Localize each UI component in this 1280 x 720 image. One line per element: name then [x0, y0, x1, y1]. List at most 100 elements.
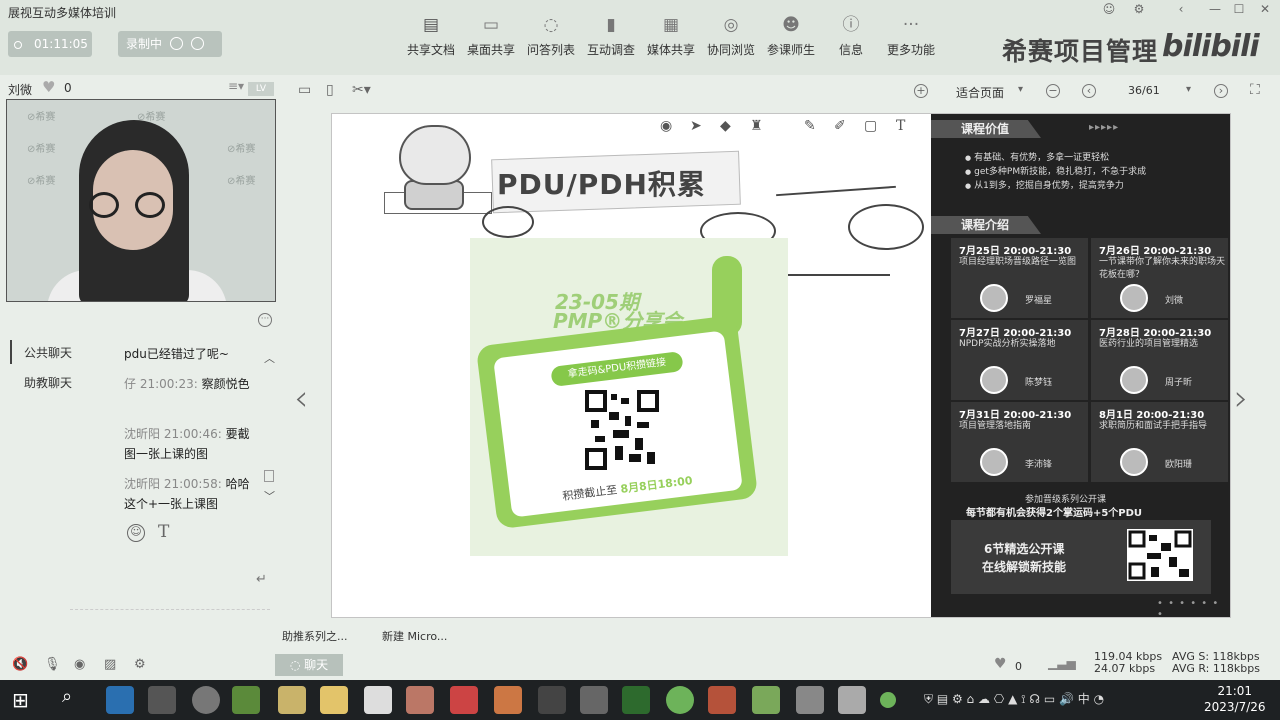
timer-display[interactable]: 01:11:05 — [8, 31, 92, 57]
pointer-icon[interactable]: ➤ — [690, 118, 702, 134]
search-icon[interactable]: ⌕ — [62, 686, 72, 707]
tool-label: 更多功能 — [886, 43, 935, 57]
face-icon[interactable]: ☺ — [1098, 0, 1120, 18]
tab-assistant-chat[interactable]: 助教聊天 — [24, 374, 84, 391]
wechat-icon[interactable] — [232, 686, 260, 714]
zoom-in-icon[interactable]: + — [914, 84, 928, 98]
tool-label: 互动调查 — [586, 43, 635, 57]
system-tray[interactable]: ⛨ ▤ ⚙ ⌂ ☁ ⎔ ▲ ⟟ ☊ ▭ 🔊 中 ◔ — [924, 690, 1104, 707]
prev-page-icon[interactable]: ‹ — [1082, 84, 1096, 98]
powerpoint-icon[interactable] — [708, 686, 736, 714]
mic-icon[interactable]: 🎙 — [44, 657, 61, 672]
tool-survey[interactable]: ▮ 互动调查 — [582, 14, 640, 58]
minimize-button[interactable]: — — [1204, 0, 1226, 18]
tool-people[interactable]: ☻ 参课师生 — [762, 14, 820, 58]
emoji-icon[interactable]: ☺ — [127, 524, 145, 542]
heart-icon[interactable]: ♥ — [994, 656, 1007, 672]
next-slide-button[interactable]: › — [1234, 378, 1248, 419]
scissors-icon[interactable]: ✂▾ — [352, 82, 371, 98]
notes-icon[interactable] — [278, 686, 306, 714]
tool-media[interactable]: ▦ 媒体共享 — [642, 14, 700, 58]
highlighter-icon[interactable]: ✐ — [834, 118, 846, 134]
rectangle-icon[interactable]: ▢ — [864, 118, 877, 134]
ime-indicator[interactable]: 中 — [1078, 692, 1090, 706]
tool-app-icon[interactable] — [406, 686, 434, 714]
tool-label: 参课师生 — [766, 43, 815, 57]
pdf-icon[interactable] — [450, 686, 478, 714]
doc-tab[interactable]: 新建 Micro... — [382, 628, 447, 644]
tool-desktop-share[interactable]: ▭ 桌面共享 — [462, 14, 520, 58]
teacher-name: 李沛锋 — [1025, 460, 1053, 470]
doc-tab[interactable]: 助推系列之... — [282, 628, 348, 644]
teacher-name: 刘微 — [1165, 296, 1184, 306]
clear-icon[interactable]: ♜ — [750, 118, 763, 134]
c-app-icon[interactable] — [838, 686, 866, 714]
chat-button[interactable]: ◌ 聊天 — [275, 654, 343, 676]
scroll-thumb[interactable] — [264, 470, 274, 482]
image-icon[interactable]: ▨ — [104, 657, 116, 672]
close-button[interactable]: ✕ — [1254, 0, 1276, 18]
chevron-down-icon[interactable]: ▾ — [1018, 84, 1023, 95]
laser-icon[interactable]: ◉ — [660, 118, 672, 134]
tool-label: 信息 — [838, 43, 863, 57]
active-app-icon[interactable] — [752, 686, 780, 714]
open-folder-icon[interactable]: ▭ — [298, 82, 311, 98]
p-app-icon[interactable] — [538, 686, 566, 714]
prev-slide-button[interactable]: ‹ — [294, 378, 308, 419]
camera-icon[interactable]: ◉ — [74, 657, 85, 672]
settings-icon[interactable]: ⚙ — [134, 657, 146, 672]
maximize-button[interactable]: ☐ — [1228, 0, 1250, 18]
pen-icon[interactable]: ✎ — [804, 118, 816, 134]
dots-decoration: • • • • • • • — [1157, 598, 1220, 620]
edge-icon[interactable] — [106, 686, 134, 714]
menu-icon[interactable]: ≡▾ — [228, 79, 244, 93]
settings-icon[interactable]: ⚙ — [1128, 0, 1150, 18]
signal-icon: ▁▃▅ — [1048, 656, 1076, 670]
value-tag: 课程价值 — [931, 120, 1041, 138]
session-time: 7月28日 20:00-21:30 — [1099, 328, 1212, 339]
tool-more[interactable]: ··· 更多功能 — [882, 14, 940, 58]
sync-icon[interactable] — [580, 686, 608, 714]
green-app-icon[interactable] — [666, 686, 694, 714]
tool-info[interactable]: ⓘ 信息 — [822, 14, 880, 58]
text-tool-icon[interactable]: T — [896, 118, 905, 134]
speaker-mute-icon[interactable]: 🔇 — [12, 657, 28, 672]
app-icon[interactable] — [148, 686, 176, 714]
zoom-select[interactable]: 适合页面 — [956, 84, 1004, 101]
info-icon: ⓘ — [842, 15, 860, 35]
heart-icon[interactable]: ♥ — [42, 78, 55, 96]
ppt-icon[interactable] — [494, 686, 522, 714]
chrome-icon[interactable] — [192, 686, 220, 714]
tool-label: 共享文档 — [406, 43, 455, 57]
chat-message: 仔 21:00:23: 察颜悦色 — [124, 374, 250, 394]
new-file-icon[interactable]: ▯ — [326, 82, 334, 98]
level-badge: LV — [248, 82, 274, 96]
tool-qa[interactable]: ◌ 问答列表 — [522, 14, 580, 58]
scroll-up-icon[interactable]: ︿ — [264, 350, 275, 366]
scroll-down-icon[interactable]: ﹀ — [264, 488, 275, 504]
page-indicator[interactable]: 36/61 — [1128, 84, 1160, 97]
windows-start-icon[interactable]: ⊞ — [12, 688, 29, 712]
recording-button[interactable]: 录制中 — [118, 31, 222, 57]
next-page-icon[interactable]: › — [1214, 84, 1228, 98]
chevron-down-icon[interactable]: ▾ — [1186, 84, 1191, 95]
tool-share-doc[interactable]: ▤ 共享文档 — [402, 14, 460, 58]
clock[interactable]: 21:01 2023/7/26 — [1204, 683, 1266, 715]
back-icon[interactable]: ‹ — [1170, 0, 1192, 18]
session-time: 7月26日 20:00-21:30 — [1099, 246, 1212, 257]
tray-green-icon[interactable] — [880, 692, 896, 708]
fullscreen-icon[interactable]: ⛶ — [1250, 82, 1260, 98]
folder-icon[interactable] — [320, 686, 348, 714]
send-icon[interactable]: ↵ — [256, 572, 267, 587]
tool-browse[interactable]: ◎ 协同浏览 — [702, 14, 760, 58]
message-text: pdu已经错过了呢~ — [124, 347, 229, 361]
text-format-icon[interactable]: T — [158, 522, 169, 542]
zoom-out-icon[interactable]: − — [1046, 84, 1060, 98]
eraser-icon[interactable]: ◆ — [720, 118, 731, 134]
tab-public-chat[interactable]: 公共聊天 — [24, 344, 84, 361]
avatar — [1120, 284, 1148, 312]
doc-icon[interactable] — [364, 686, 392, 714]
nvidia-icon[interactable] — [622, 686, 650, 714]
c-app-icon[interactable] — [796, 686, 824, 714]
chat-more-icon[interactable]: ··· — [258, 313, 272, 327]
